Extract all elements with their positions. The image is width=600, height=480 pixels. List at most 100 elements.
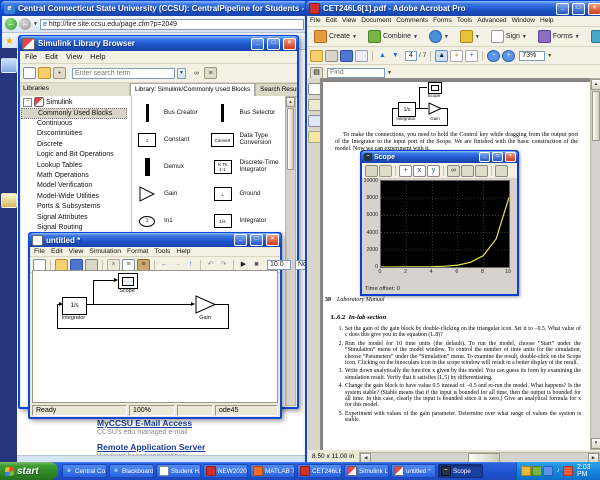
- taskbar-button-untitled[interactable]: untitled *: [391, 464, 436, 478]
- multimedia-button[interactable]: Multimedia▼: [587, 28, 600, 45]
- tree-root-simulink[interactable]: −Simulink: [21, 96, 131, 108]
- taskbar-button-matlab-7[interactable]: MATLAB 7...: [250, 464, 295, 478]
- sidebar-item-model-wide-utilities[interactable]: Model-Wide Utilities: [21, 192, 131, 202]
- update-icon[interactable]: [563, 466, 573, 476]
- stop-icon[interactable]: ■: [251, 260, 262, 270]
- float-icon[interactable]: [495, 165, 508, 177]
- menu-view[interactable]: View: [66, 52, 82, 61]
- print-icon[interactable]: [365, 165, 378, 177]
- zoom-icon[interactable]: +: [399, 165, 412, 177]
- maximize-button[interactable]: □: [250, 234, 263, 246]
- volume-icon[interactable]: ♪: [554, 467, 562, 475]
- zoom-out-icon[interactable]: −: [487, 50, 500, 62]
- up-arrow-icon[interactable]: ↑: [185, 260, 196, 270]
- library-block-data-type-conversion[interactable]: ConvertData Type Conversion: [210, 129, 286, 151]
- zoom-dropdown-icon[interactable]: ▼: [547, 53, 552, 59]
- maximize-button[interactable]: □: [267, 38, 280, 50]
- preferences-icon[interactable]: ≡: [204, 67, 217, 79]
- back-button[interactable]: ←: [5, 18, 17, 30]
- search-input[interactable]: [72, 68, 175, 79]
- find-input[interactable]: [327, 68, 385, 78]
- collapse-icon[interactable]: −: [23, 98, 32, 107]
- hand-tool-icon[interactable]: ●: [450, 50, 463, 62]
- model-titlebar[interactable]: untitled * _ □ ×: [29, 233, 281, 247]
- forward-arrow-icon[interactable]: →: [172, 260, 183, 270]
- sidebar-item-discrete[interactable]: Discrete: [21, 140, 131, 150]
- bookmarks-panel-icon[interactable]: [308, 99, 321, 111]
- integrator-block[interactable]: 1/s: [62, 297, 87, 315]
- library-block-ground[interactable]: ⊥Ground: [210, 183, 286, 205]
- library-block-in1[interactable]: 1In1: [134, 210, 210, 232]
- zoom-y-icon[interactable]: y: [427, 165, 440, 177]
- sidebar-item-signal-attributes[interactable]: Signal Attributes: [21, 213, 131, 223]
- menu-document[interactable]: Document: [361, 17, 391, 24]
- forward-button[interactable]: →: [19, 18, 31, 30]
- page-display-icon[interactable]: ▤: [310, 67, 323, 79]
- sidebar-item-model-verification[interactable]: Model Verification: [21, 181, 131, 191]
- save-icon[interactable]: [340, 50, 353, 62]
- sidebar-item-math-operations[interactable]: Math Operations: [21, 171, 131, 181]
- menu-tools[interactable]: Tools: [155, 248, 171, 255]
- menu-view[interactable]: View: [342, 17, 356, 24]
- maximize-button[interactable]: □: [572, 3, 585, 15]
- sidebar-item-logic-and-bit-operations[interactable]: Logic and Bit Operations: [21, 150, 131, 160]
- internet-icon-button[interactable]: ▼: [425, 28, 453, 45]
- open-folder-icon[interactable]: [55, 259, 68, 271]
- minimize-button[interactable]: _: [556, 3, 569, 15]
- close-button[interactable]: ×: [283, 38, 296, 50]
- minimize-button[interactable]: _: [251, 38, 264, 50]
- menu-format[interactable]: Format: [127, 248, 149, 255]
- search-dropdown-icon[interactable]: ▼: [177, 68, 186, 79]
- open-folder-icon[interactable]: [310, 50, 323, 62]
- menu-simulation[interactable]: Simulation: [89, 248, 121, 255]
- restore-axes-icon[interactable]: [475, 165, 488, 177]
- menu-forms[interactable]: Forms: [433, 17, 452, 24]
- taskbar-button-student-h[interactable]: Student H...: [156, 464, 201, 478]
- sign-button[interactable]: Sign▼: [487, 28, 531, 45]
- cut-icon[interactable]: ×: [107, 259, 120, 271]
- new-document-icon[interactable]: [33, 259, 46, 271]
- print-icon[interactable]: [325, 50, 338, 62]
- library-block-constant[interactable]: 1Constant: [134, 129, 210, 151]
- my-computer-icon[interactable]: [1, 58, 17, 73]
- library-block-bus-selector[interactable]: Bus Selector: [210, 102, 286, 124]
- secure-icon-button[interactable]: ▼: [456, 28, 484, 45]
- history-dropdown-icon[interactable]: ▼: [33, 21, 38, 27]
- zoom-in-icon[interactable]: +: [502, 50, 515, 62]
- email-icon[interactable]: [355, 50, 368, 62]
- close-button[interactable]: ×: [588, 3, 600, 15]
- menu-help[interactable]: Help: [176, 248, 190, 255]
- vertical-scrollbar[interactable]: ▲ ▼: [590, 78, 600, 450]
- menu-file[interactable]: File: [34, 248, 45, 255]
- print-icon[interactable]: [85, 259, 98, 271]
- back-arrow-icon[interactable]: ←: [159, 260, 170, 270]
- link-myccsu-e-mail-access[interactable]: MyCCSU E-Mail Access: [97, 418, 205, 428]
- new-model-icon[interactable]: [23, 67, 36, 79]
- close-button[interactable]: ×: [266, 234, 279, 246]
- parameters-icon[interactable]: [379, 165, 392, 177]
- link-remote-application-server[interactable]: Remote Application Server: [97, 442, 205, 452]
- sidebar-item-lookup-tables[interactable]: Lookup Tables: [21, 161, 131, 171]
- taskbar-button-central-co[interactable]: eCentral Co...: [62, 464, 107, 478]
- gain-block[interactable]: [195, 295, 216, 314]
- scope-block[interactable]: [118, 273, 138, 289]
- menu-view[interactable]: View: [69, 248, 84, 255]
- taskbar-button-scope[interactable]: ~Scope: [438, 464, 483, 478]
- save-icon[interactable]: [70, 259, 83, 271]
- menu-help[interactable]: Help: [90, 52, 105, 61]
- menu-window[interactable]: Window: [512, 17, 535, 24]
- document-icon[interactable]: [1, 193, 17, 208]
- library-browser-titlebar[interactable]: Simulink Library Browser _ □ ×: [19, 36, 298, 51]
- prev-page-icon[interactable]: ▲: [377, 51, 388, 61]
- sim-time-input[interactable]: [267, 260, 291, 270]
- favorites-star-icon[interactable]: ★: [5, 36, 14, 47]
- save-axes-icon[interactable]: [461, 165, 474, 177]
- ie-titlebar[interactable]: e Central Connecticut State University (…: [1, 1, 308, 16]
- taskbar-button-simulink-li[interactable]: Simulink Li...: [344, 464, 389, 478]
- menu-help[interactable]: Help: [540, 17, 554, 24]
- menu-file[interactable]: File: [310, 17, 321, 24]
- undo-icon[interactable]: ↶: [205, 260, 216, 270]
- forms-button[interactable]: Forms▼: [534, 28, 584, 45]
- zoom-level-field[interactable]: 73%: [519, 51, 545, 61]
- play-icon[interactable]: ▶: [238, 260, 249, 270]
